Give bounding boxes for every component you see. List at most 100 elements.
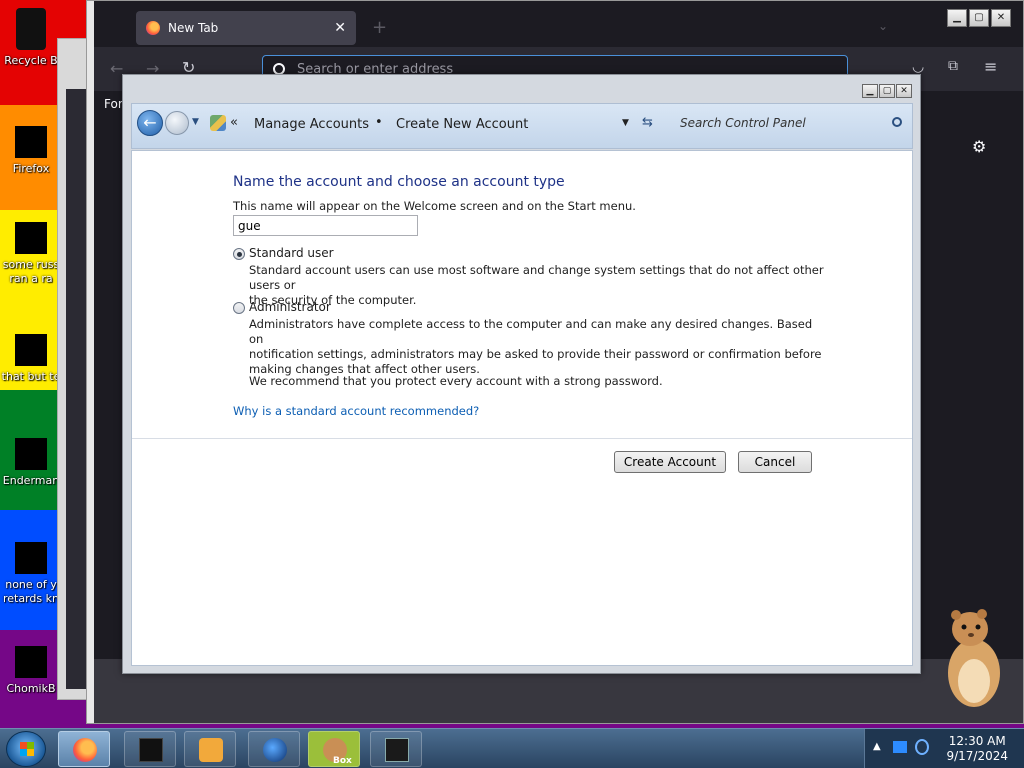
close-button[interactable]: ✕ [991,9,1011,27]
desktop-icon-label-line2: ran a ra [9,272,53,285]
extensions-icon[interactable]: ⧉ [948,58,958,74]
tab-list-chevron-icon[interactable]: ⌄ [878,19,888,33]
standard-user-radio[interactable] [233,248,245,260]
firefox-icon [73,738,97,762]
close-button[interactable]: ✕ [896,84,912,98]
description-line: notification settings, administrators ma… [249,347,822,361]
monitor-icon [385,738,409,762]
desktop-icon-shortcut-3[interactable]: none of y retards kn [0,542,62,606]
taskbar: Box ▲ 12:30 AM 9/17/2024 [0,728,1024,768]
tab-title: New Tab [168,21,219,35]
system-tray: ▲ 12:30 AM 9/17/2024 [864,729,1024,768]
desktop-icon-shortcut-1[interactable]: some russ ran a ra [0,222,62,286]
desktop-icon-label: that but te [1,370,61,383]
minimize-button[interactable]: ▁ [947,9,967,27]
password-recommendation: We recommend that you protect every acco… [249,374,663,388]
windows-logo-icon [20,742,34,756]
why-standard-account-link[interactable]: Why is a standard account recommended? [233,404,479,418]
hamster-pet-image[interactable] [940,605,1006,709]
volume-icon[interactable] [915,739,929,755]
address-dropdown-icon[interactable]: ▼ [622,118,629,128]
close-tab-icon[interactable]: ✕ [334,20,346,36]
network-icon[interactable] [893,741,907,753]
breadcrumb-manage-accounts[interactable]: Manage Accounts [254,117,369,132]
desktop-icon-label: Firefox [12,162,50,175]
taskbar-globe[interactable] [248,731,300,767]
settings-gear-icon[interactable]: ⚙ [972,137,986,156]
history-dropdown-icon[interactable]: ▼ [192,117,199,127]
breadcrumb-separator: • [375,115,383,130]
desktop-icon-recycle-bin[interactable]: Recycle B [0,8,62,68]
sidebar-text: For [104,97,123,111]
cancel-button[interactable]: Cancel [738,451,812,473]
drive-icon [139,738,163,762]
menu-hamburger-icon[interactable]: ≡ [984,57,997,76]
account-name-input[interactable] [233,215,418,236]
background-window[interactable] [57,38,88,700]
desktop-icon-shortcut-2[interactable]: that but te [0,334,62,384]
description-line: Standard account users can use most soft… [249,263,824,292]
search-icon [892,117,902,127]
recycle-bin-icon [16,8,46,50]
administrator-description: Administrators have complete access to t… [249,317,829,377]
clock[interactable]: 12:30 AM 9/17/2024 [946,734,1008,764]
browser-tab-new-tab[interactable]: New Tab ✕ [136,11,356,45]
desktop-icon-label-line2: retards kn [3,592,59,605]
file-icon [15,542,47,574]
file-icon [15,438,47,470]
description-line: the security of the computer. [249,293,417,307]
desktop-icon-firefox[interactable]: Firefox [0,126,62,176]
title-bar: ▁ ▢ ✕ [123,75,920,103]
control-panel-window[interactable]: ▁ ▢ ✕ ← ▼ « Manage Accounts • Create New… [122,74,921,674]
administrator-label[interactable]: Administrator [249,300,331,314]
file-icon [15,334,47,366]
globe-icon [263,738,287,762]
file-icon [15,222,47,254]
desktop-icon-label: Enderman [2,474,60,487]
forward-arrow-icon[interactable] [165,111,189,135]
firefox-icon [15,126,47,158]
standard-user-label[interactable]: Standard user [249,246,334,260]
standard-user-description: Standard account users can use most soft… [249,263,829,308]
name-hint-text: This name will appear on the Welcome scr… [233,199,636,213]
breadcrumb-overflow-icon[interactable]: « [230,115,238,130]
desktop-icon-enderman[interactable]: Enderman [0,438,62,488]
clock-date: 9/17/2024 [946,749,1008,763]
minimize-button[interactable]: ▁ [862,84,878,98]
chomikbox-icon [15,646,47,678]
maximize-button[interactable]: ▢ [879,84,895,98]
page-title: Name the account and choose an account t… [233,174,565,190]
pocket-icon[interactable]: ◡ [912,59,924,75]
media-player-icon [199,738,223,762]
box-label: Box [333,756,352,766]
taskbar-control-panel[interactable] [370,731,422,767]
tab-bar: New Tab ✕ + ⌄ [94,1,1023,47]
desktop-icon-label: Recycle B [4,54,58,67]
divider [132,438,912,439]
create-account-button[interactable]: Create Account [614,451,726,473]
taskbar-firefox[interactable] [58,731,110,767]
firefox-icon [146,21,160,35]
desktop-icon-label: none of y [5,578,57,591]
search-input[interactable]: Search Control Panel [672,111,908,137]
taskbar-app-drive[interactable] [124,731,176,767]
clock-time: 12:30 AM [948,734,1006,748]
background-window-content [66,89,88,689]
start-button[interactable] [6,731,46,767]
administrator-radio[interactable] [233,302,245,314]
create-account-panel: Name the account and choose an account t… [131,150,913,666]
control-panel-icon [210,115,226,131]
desktop-icon-label: ChomikB [6,682,56,695]
new-tab-plus-icon[interactable]: + [372,17,387,38]
desktop-icon-label: some russ [2,258,60,271]
description-line: Administrators have complete access to t… [249,317,813,346]
desktop-icon-chomikbox[interactable]: ChomikB [0,646,62,696]
address-toolbar: ← ▼ « Manage Accounts • Create New Accou… [131,103,913,149]
taskbar-chomikbox[interactable]: Box [308,731,360,767]
refresh-icon[interactable]: ⇆ [642,115,653,130]
maximize-button[interactable]: ▢ [969,9,989,27]
back-arrow-icon[interactable]: ← [137,110,163,136]
breadcrumb-create-new-account[interactable]: Create New Account [396,117,528,132]
show-hidden-icons-icon[interactable]: ▲ [873,741,881,752]
taskbar-media-player[interactable] [184,731,236,767]
